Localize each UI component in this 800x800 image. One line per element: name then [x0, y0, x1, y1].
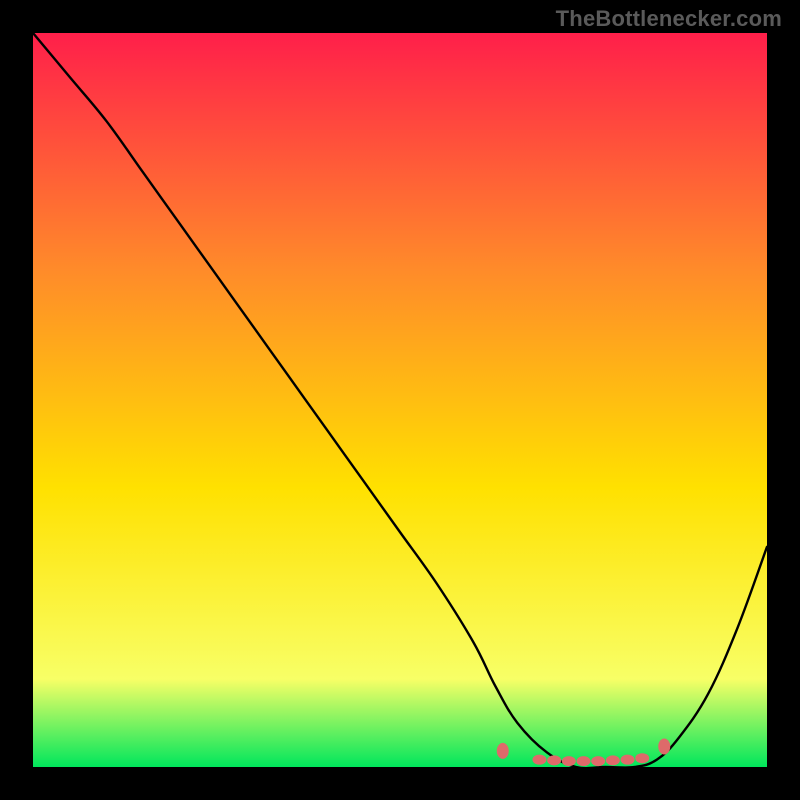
chart-container: TheBottlenecker.com: [0, 0, 800, 800]
optimal-dot: [497, 743, 509, 759]
plot-area: [33, 33, 767, 767]
bottleneck-chart: [33, 33, 767, 767]
gradient-background: [33, 33, 767, 767]
optimal-dot: [606, 755, 620, 765]
optimal-dot: [635, 753, 649, 763]
optimal-dot: [658, 738, 670, 754]
optimal-dot: [532, 755, 546, 765]
optimal-dot: [577, 756, 591, 766]
optimal-dot: [562, 756, 576, 766]
optimal-dot: [621, 755, 635, 765]
attribution-text: TheBottlenecker.com: [556, 6, 782, 32]
optimal-dot: [591, 756, 605, 766]
optimal-dot: [547, 755, 561, 765]
